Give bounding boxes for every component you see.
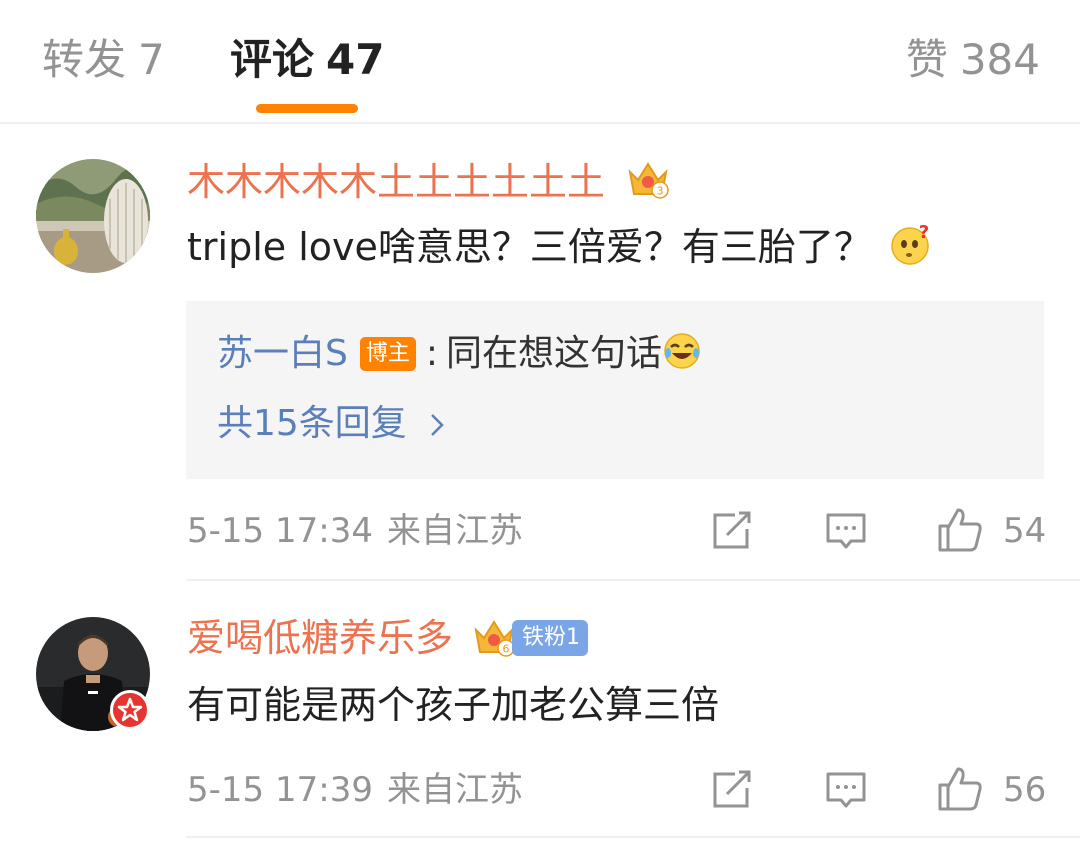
tab-comment-label: 评论 [230, 35, 315, 84]
comment-divider [186, 836, 1080, 838]
comment-icon[interactable] [825, 770, 867, 812]
share-icon[interactable] [711, 511, 753, 551]
comment-meta: 5-15 17:34 来自江苏 [187, 508, 523, 554]
chevron-right-icon [429, 399, 445, 449]
tab-comment-count: 47 [326, 35, 385, 84]
tab-comment[interactable]: 评论 47 [230, 30, 384, 90]
tab-like-label: 赞 [905, 35, 948, 84]
comment-time: 5-15 17:34 [187, 511, 373, 551]
thinking-question-emoji: ? [890, 222, 934, 266]
comment-divider [186, 579, 1080, 581]
tab-like-count: 384 [959, 35, 1040, 84]
like-count: 56 [1003, 770, 1047, 810]
comment-text: 有可能是两个孩子加老公算三倍 [187, 683, 720, 727]
crown-level-icon: 6 [472, 616, 516, 660]
active-tab-indicator [256, 104, 358, 113]
like-icon[interactable] [936, 506, 984, 554]
comment-text: triple love啥意思？三倍爱？有三胎了？? [187, 220, 934, 274]
verified-badge-icon [110, 690, 150, 730]
comment-text-content: triple love啥意思？三倍爱？有三胎了？ [187, 225, 872, 269]
crown-level-number: 6 [503, 643, 510, 656]
reply-line: 苏一白S 博主: 同在想这句话 [217, 329, 702, 379]
fan-badge: 铁粉1 [512, 620, 588, 656]
crown-level-number: 3 [657, 185, 664, 198]
comment-meta: 5-15 17:39 来自江苏 [187, 767, 523, 813]
comment-source: 来自江苏 [386, 770, 523, 810]
tab-repost-label: 转发 [42, 35, 127, 84]
author-tag: 博主 [359, 337, 416, 371]
like-count: 54 [1003, 511, 1047, 551]
view-replies-link[interactable]: 共15条回复 [217, 399, 445, 449]
reply-preview[interactable]: 苏一白S 博主: 同在想这句话 共15条回复 [186, 301, 1044, 479]
tab-like[interactable]: 赞 384 [906, 30, 1040, 90]
view-replies-label: 共15条回复 [217, 403, 407, 444]
tab-repost-count: 7 [138, 35, 165, 84]
like-icon[interactable] [936, 765, 984, 813]
comment-tabs: 转发 7 评论 47 赞 384 [0, 0, 1080, 124]
reply-separator: : [425, 333, 439, 374]
comment-source: 来自江苏 [386, 511, 523, 551]
reply-text: 同在想这句话 [446, 333, 663, 374]
comment-username[interactable]: 爱喝低糖养乐多 [187, 613, 453, 663]
svg-text:?: ? [919, 222, 929, 243]
comment-time: 5-15 17:39 [187, 770, 373, 810]
comment-icon[interactable] [825, 511, 867, 553]
avatar[interactable] [36, 159, 150, 273]
laughing-tears-emoji [662, 331, 702, 371]
tab-repost[interactable]: 转发 7 [42, 30, 165, 90]
crown-level-icon: 3 [626, 158, 670, 202]
comment-username[interactable]: 木木木木木土土土土土土 [187, 157, 605, 207]
reply-username[interactable]: 苏一白S [217, 333, 348, 374]
share-icon[interactable] [711, 770, 753, 810]
